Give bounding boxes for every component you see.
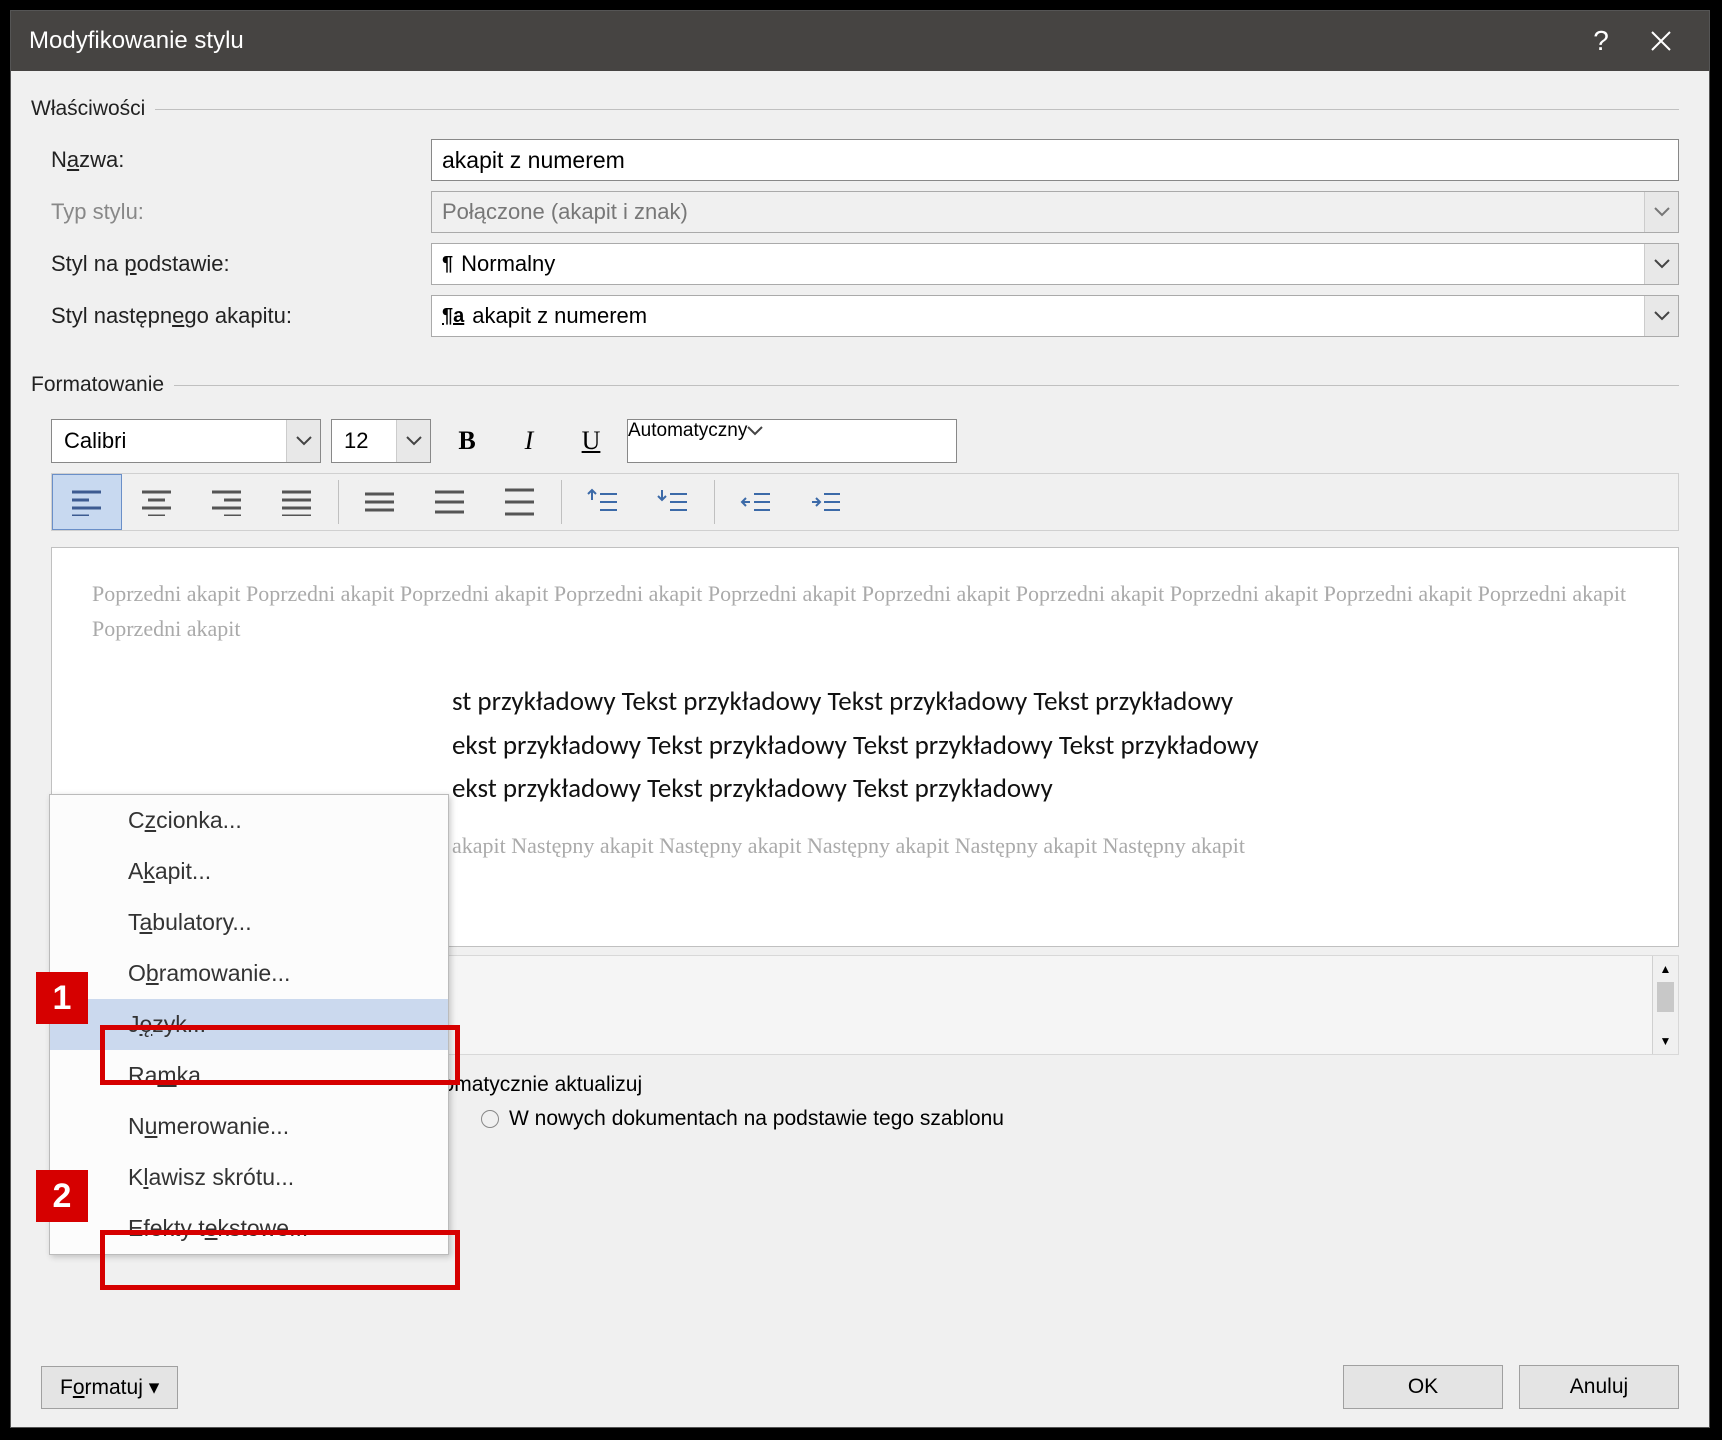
menu-item-text-effects[interactable]: Efekty tekstowe...: [50, 1203, 448, 1254]
styletype-combo: Połączone (akapit i znak): [431, 191, 1679, 233]
close-button[interactable]: [1631, 11, 1691, 71]
chevron-down-icon[interactable]: [286, 420, 320, 462]
underline-button[interactable]: U: [565, 419, 617, 463]
linespacing-15-button[interactable]: [415, 474, 485, 530]
pilcrow-underline-icon: ¶a: [442, 305, 464, 328]
styletype-label: Typ stylu:: [51, 199, 431, 225]
align-right-icon: [211, 488, 243, 516]
titlebar: Modyfikowanie stylu ?: [11, 11, 1709, 71]
preview-sample: st przykładowy Tekst przykładowy Tekst p…: [92, 680, 1638, 810]
formatting-section-label: Formatowanie: [11, 347, 1709, 405]
nextstyle-label: Styl następnego akapitu:: [51, 303, 431, 329]
menu-item-font[interactable]: Czcionka...: [50, 795, 448, 846]
linespacing-icon: [434, 488, 466, 516]
menu-item-tabs[interactable]: Tabulatory...: [50, 897, 448, 948]
menu-item-frame[interactable]: Ramka...: [50, 1050, 448, 1101]
indent-right-icon: [810, 488, 842, 516]
italic-button[interactable]: I: [503, 419, 555, 463]
name-label: Nazwa:: [51, 147, 431, 173]
preview-before: Poprzedni akapit Poprzedni akapit Poprze…: [92, 576, 1638, 646]
linespacing-1-button[interactable]: [345, 474, 415, 530]
spacing-before-inc-button[interactable]: [568, 474, 638, 530]
new-docs-label: W nowych dokumentach na podstawie tego s…: [509, 1107, 1004, 1131]
close-icon: [1650, 30, 1672, 52]
align-justify-icon: [281, 488, 313, 516]
spacing-before-dec-button[interactable]: [638, 474, 708, 530]
paragraph-toolbar: [51, 473, 1679, 531]
align-left-icon: [71, 488, 103, 516]
linespacing-icon: [364, 488, 396, 516]
font-size-combo[interactable]: 12: [331, 419, 431, 463]
chevron-down-icon[interactable]: [1644, 244, 1678, 284]
align-left-button[interactable]: [52, 474, 122, 530]
align-center-button[interactable]: [122, 474, 192, 530]
format-button[interactable]: Formatuj ▾: [41, 1366, 178, 1409]
spacing-down-icon: [657, 488, 689, 516]
properties-fields: Nazwa: Typ stylu: Połączone (akapit i zn…: [11, 139, 1709, 337]
properties-section-label: Właściwości: [11, 71, 1709, 129]
menu-item-border[interactable]: Obramowanie...: [50, 948, 448, 999]
menu-item-shortcut[interactable]: Klawisz skrótu...: [50, 1152, 448, 1203]
dialog-buttons: Formatuj ▾ OK Anuluj: [41, 1365, 1679, 1409]
chevron-down-icon[interactable]: [1644, 296, 1678, 336]
dialog-title: Modyfikowanie stylu: [29, 27, 1571, 55]
scroll-up-icon[interactable]: ▲: [1653, 956, 1678, 982]
scroll-down-icon[interactable]: ▼: [1653, 1028, 1678, 1054]
chevron-down-icon[interactable]: [747, 420, 763, 462]
help-button[interactable]: ?: [1571, 11, 1631, 71]
align-justify-button[interactable]: [262, 474, 332, 530]
modify-style-dialog: Modyfikowanie stylu ? Właściwości Nazwa:…: [10, 10, 1710, 1428]
font-color-combo[interactable]: Automatyczny: [627, 419, 957, 463]
format-menu: Czcionka... Akapit... Tabulatory... Obra…: [49, 794, 449, 1255]
scroll-thumb[interactable]: [1657, 982, 1674, 1012]
menu-item-language[interactable]: Język...: [50, 999, 448, 1050]
chevron-down-icon: [1644, 192, 1678, 232]
font-toolbar: Calibri 12 B I U Automatyczny: [11, 419, 1709, 463]
basedon-label: Styl na podstawie:: [51, 251, 431, 277]
nextstyle-combo[interactable]: ¶aakapit z numerem: [431, 295, 1679, 337]
font-family-combo[interactable]: Calibri: [51, 419, 321, 463]
scrollbar[interactable]: ▲ ▼: [1652, 956, 1678, 1054]
linespacing-2-button[interactable]: [485, 474, 555, 530]
bold-button[interactable]: B: [441, 419, 493, 463]
ok-button[interactable]: OK: [1343, 1365, 1503, 1409]
name-input[interactable]: [431, 139, 1679, 181]
pilcrow-icon: ¶: [442, 253, 453, 276]
spacing-up-icon: [587, 488, 619, 516]
menu-item-paragraph[interactable]: Akapit...: [50, 846, 448, 897]
align-right-button[interactable]: [192, 474, 262, 530]
cancel-button[interactable]: Anuluj: [1519, 1365, 1679, 1409]
indent-left-icon: [740, 488, 772, 516]
align-center-icon: [141, 488, 173, 516]
radio-icon[interactable]: [481, 1110, 499, 1128]
indent-increase-button[interactable]: [791, 474, 861, 530]
indent-decrease-button[interactable]: [721, 474, 791, 530]
chevron-down-icon[interactable]: [396, 420, 430, 462]
menu-item-numbering[interactable]: Numerowanie...: [50, 1101, 448, 1152]
basedon-combo[interactable]: ¶Normalny: [431, 243, 1679, 285]
linespacing-icon: [504, 488, 536, 516]
